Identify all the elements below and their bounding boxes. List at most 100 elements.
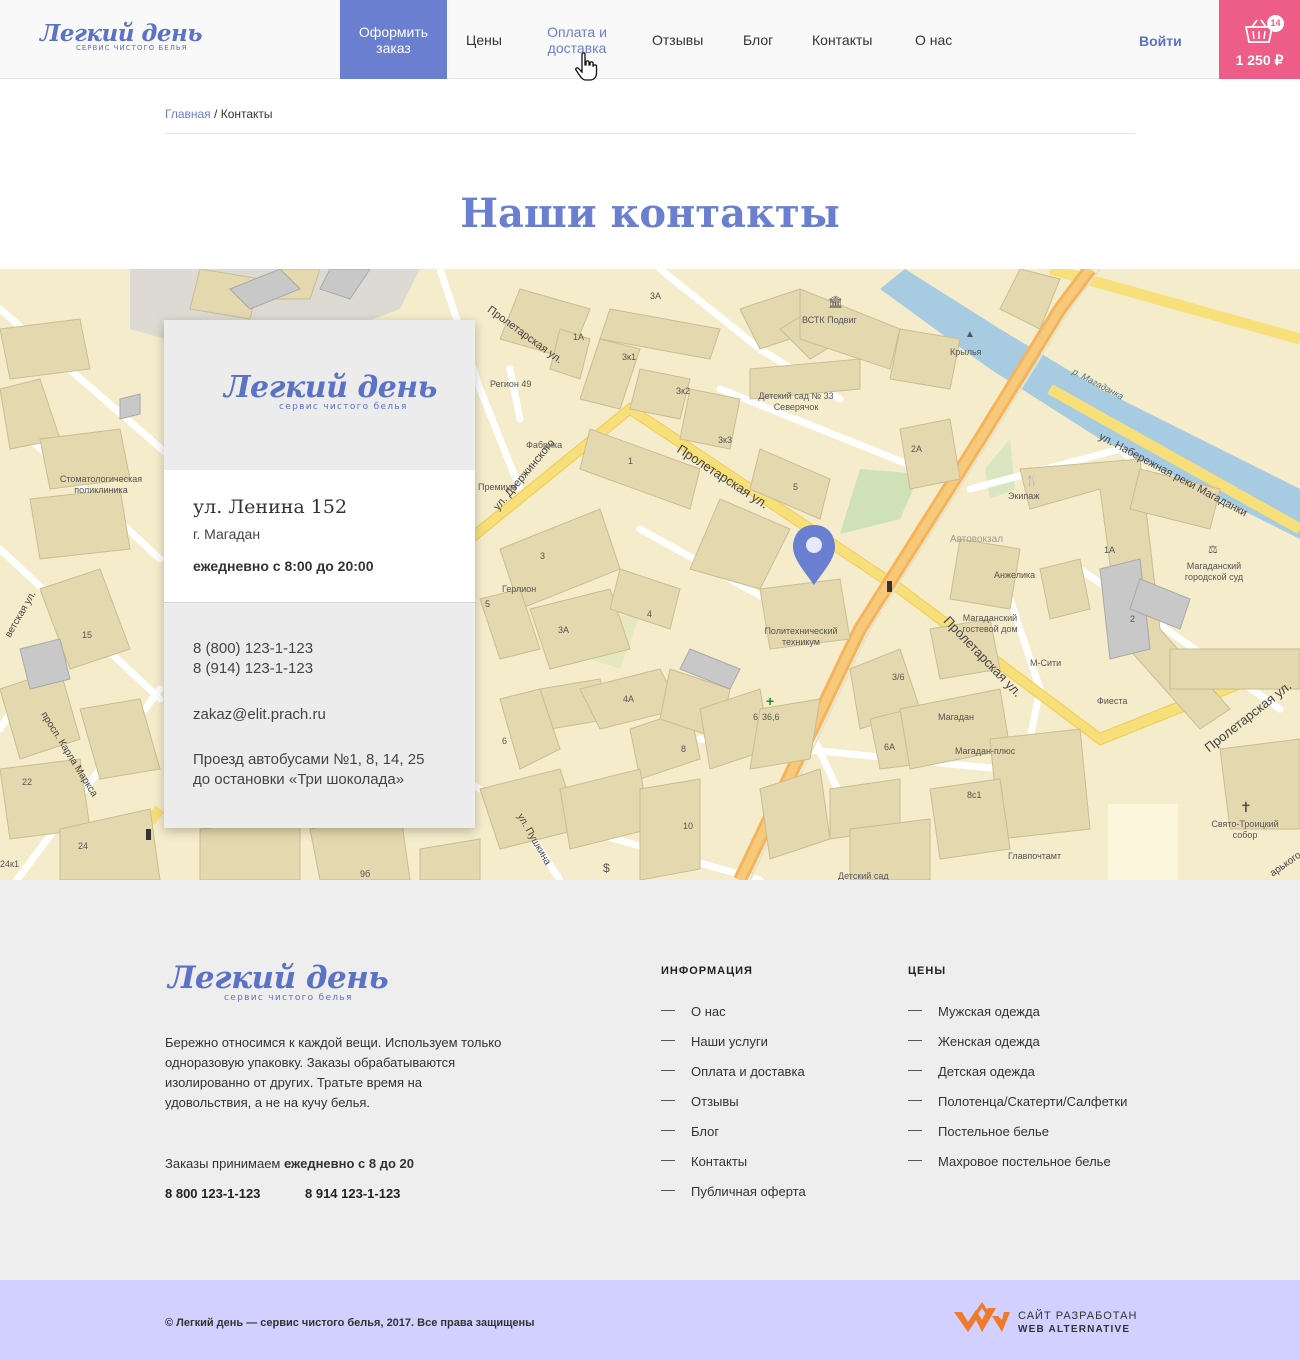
house-number: 4А — [623, 694, 635, 704]
house-number: 4 — [647, 609, 653, 619]
court-icon: ⚖ — [1208, 544, 1218, 556]
house-number: 15 — [82, 630, 93, 640]
nav-about[interactable]: О нас — [915, 32, 952, 48]
logo-title: Легкий день — [40, 20, 203, 47]
card-logo: Легкий день сервис чистого белья — [224, 370, 437, 413]
house-number: 5 — [485, 599, 491, 609]
breadcrumb-separator: / — [210, 107, 221, 121]
poi-label[interactable]: Детский сад — [838, 871, 889, 880]
bottom-bar: © Легкий день — сервис чистого белья, 20… — [0, 1280, 1300, 1360]
poi-label[interactable]: Экипаж — [1008, 491, 1039, 502]
poi-label[interactable]: М-Сити — [1030, 658, 1061, 669]
email-link[interactable]: zakaz@elit.prach.ru — [193, 705, 326, 725]
footer-link-bedding[interactable]: Постельное белье — [908, 1124, 1049, 1139]
web-alternative-logo-icon[interactable] — [952, 1302, 1012, 1336]
house-number: 2 — [1130, 614, 1136, 624]
poi-label[interactable]: Магаданский городской суд — [1176, 561, 1252, 583]
poi-label[interactable]: Главпочтамт — [1008, 851, 1061, 862]
poi-label[interactable]: Стоматологическая поликлиника — [50, 474, 152, 496]
pharmacy-icon: + — [766, 693, 775, 709]
footer-link-terry[interactable]: Махровое постельное белье — [908, 1154, 1111, 1169]
address: ул. Ленина 152 — [193, 496, 348, 518]
copyright: © Легкий день — сервис чистого белья, 20… — [165, 1317, 535, 1329]
breadcrumb-home[interactable]: Главная — [165, 107, 211, 121]
footer-link-kids[interactable]: Детская одежда — [908, 1064, 1035, 1079]
house-number: 3А — [650, 291, 662, 301]
poi-label[interactable]: ВСТК Подвиг — [802, 315, 857, 326]
footer-link-towels[interactable]: Полотенца/Скатерти/Салфетки — [908, 1094, 1127, 1109]
developer-line2: WEB ALTERNATIVE — [1018, 1324, 1131, 1335]
poi-label[interactable]: Анжелика — [994, 570, 1035, 581]
nav-blog[interactable]: Блог — [743, 32, 773, 48]
page-title: Наши контакты — [460, 190, 840, 237]
logo[interactable]: Легкий день сервис чистого белья — [40, 20, 203, 53]
info-column-title: ИНФОРМАЦИЯ — [661, 965, 753, 977]
card-logo-title: Легкий день — [224, 370, 437, 405]
museum-icon: 🏛 — [828, 295, 844, 309]
footer-link-payment[interactable]: Оплата и доставка — [661, 1064, 805, 1079]
house-number: 3 — [540, 551, 546, 561]
footer: Легкий день сервис чистого белья Бережно… — [0, 880, 1300, 1280]
poi-label[interactable]: Фабрика — [526, 440, 562, 451]
footer-logo[interactable]: Легкий день сервис чистого белья — [168, 960, 389, 1003]
login-link[interactable]: Войти — [1139, 33, 1182, 49]
poi-label[interactable]: Магадан — [938, 712, 974, 723]
contact-card: Легкий день сервис чистого белья ул. Лен… — [164, 320, 475, 828]
house-number: 24к1 — [0, 859, 19, 869]
footer-link-about[interactable]: О нас — [661, 1004, 726, 1019]
divider — [165, 133, 1135, 134]
footer-link-reviews[interactable]: Отзывы — [661, 1094, 739, 1109]
house-number: 3к1 — [622, 352, 636, 362]
footer-link-women[interactable]: Женская одежда — [908, 1034, 1040, 1049]
cart-button[interactable]: 14 1 250 ₽ — [1219, 0, 1300, 79]
poi-label[interactable]: Магаданский гостевой дом — [952, 613, 1028, 635]
city: г. Магадан — [193, 526, 261, 542]
nav-contacts[interactable]: Контакты — [812, 32, 872, 48]
footer-link-contacts[interactable]: Контакты — [661, 1154, 747, 1169]
house-number: 3к3 — [718, 435, 732, 445]
footer-phone[interactable]: 8 914 123-1-123 — [305, 1186, 400, 1201]
poi-label[interactable]: 36,6 — [762, 712, 780, 723]
footer-phone[interactable]: 8 800 123-1-123 — [165, 1186, 260, 1201]
house-number: 22 — [22, 777, 33, 787]
house-number: 8 — [681, 744, 687, 754]
house-number: 6 — [753, 712, 759, 722]
poi-label[interactable]: Детский сад № 33 Северячок — [758, 391, 834, 413]
poi-label[interactable]: Герлион — [502, 584, 536, 595]
footer-link-men[interactable]: Мужская одежда — [908, 1004, 1040, 1019]
poi-label[interactable]: Политехнический техникум — [756, 626, 846, 648]
nav-order-button[interactable]: Оформить заказ — [340, 0, 447, 79]
house-number: 3А — [558, 625, 570, 635]
poi-label[interactable]: Автовокзал — [950, 534, 1003, 545]
house-number: 3/6 — [892, 672, 905, 682]
developer-credit[interactable]: САЙТ РАЗРАБОТАН WEB ALTERNATIVE — [1018, 1310, 1137, 1336]
poi-label[interactable]: Премиум — [478, 482, 516, 493]
house-number: 8с1 — [967, 790, 982, 800]
phone-link[interactable]: 8 (800) 123-1-123 — [193, 639, 313, 659]
bank-icon: $ — [603, 861, 610, 875]
poi-label[interactable]: Свято-Троицкий собор — [1200, 819, 1290, 841]
orders-time: ежедневно с 8 до 20 — [283, 1156, 414, 1171]
footer-orders: Заказы принимаем ежедневно с 8 до 20 — [165, 1156, 414, 1171]
house-number: 3к2 — [676, 386, 690, 396]
nav-order-label: Оформить заказ — [358, 23, 429, 56]
poi-label[interactable]: Фиеста — [1097, 696, 1127, 707]
house-number: 6 — [502, 736, 508, 746]
hand-cursor-icon — [575, 52, 598, 81]
poi-label[interactable]: Магадан-плюс — [955, 746, 1015, 757]
poi-label[interactable]: Крылья — [950, 347, 982, 358]
contact-card-details: 8 (800) 123-1-123 8 (914) 123-1-123 zaka… — [164, 602, 475, 828]
breadcrumb-current: Контакты — [220, 107, 273, 121]
phone-link[interactable]: 8 (914) 123-1-123 — [193, 659, 313, 679]
developer-line1: САЙТ РАЗРАБОТАН — [1018, 1310, 1138, 1322]
header: Легкий день сервис чистого белья Оформит… — [0, 0, 1300, 81]
footer-link-services[interactable]: Наши услуги — [661, 1034, 768, 1049]
nav-prices[interactable]: Цены — [466, 32, 502, 48]
footer-logo-title: Легкий день — [168, 960, 389, 996]
restaurant-icon: 🍴 — [1025, 475, 1039, 487]
nav-reviews[interactable]: Отзывы — [652, 32, 703, 48]
footer-link-blog[interactable]: Блог — [661, 1124, 719, 1139]
footer-link-offer[interactable]: Публичная оферта — [661, 1184, 806, 1199]
cart-sum: 1 250 ₽ — [1235, 52, 1284, 68]
poi-label[interactable]: Регион 49 — [490, 379, 531, 390]
